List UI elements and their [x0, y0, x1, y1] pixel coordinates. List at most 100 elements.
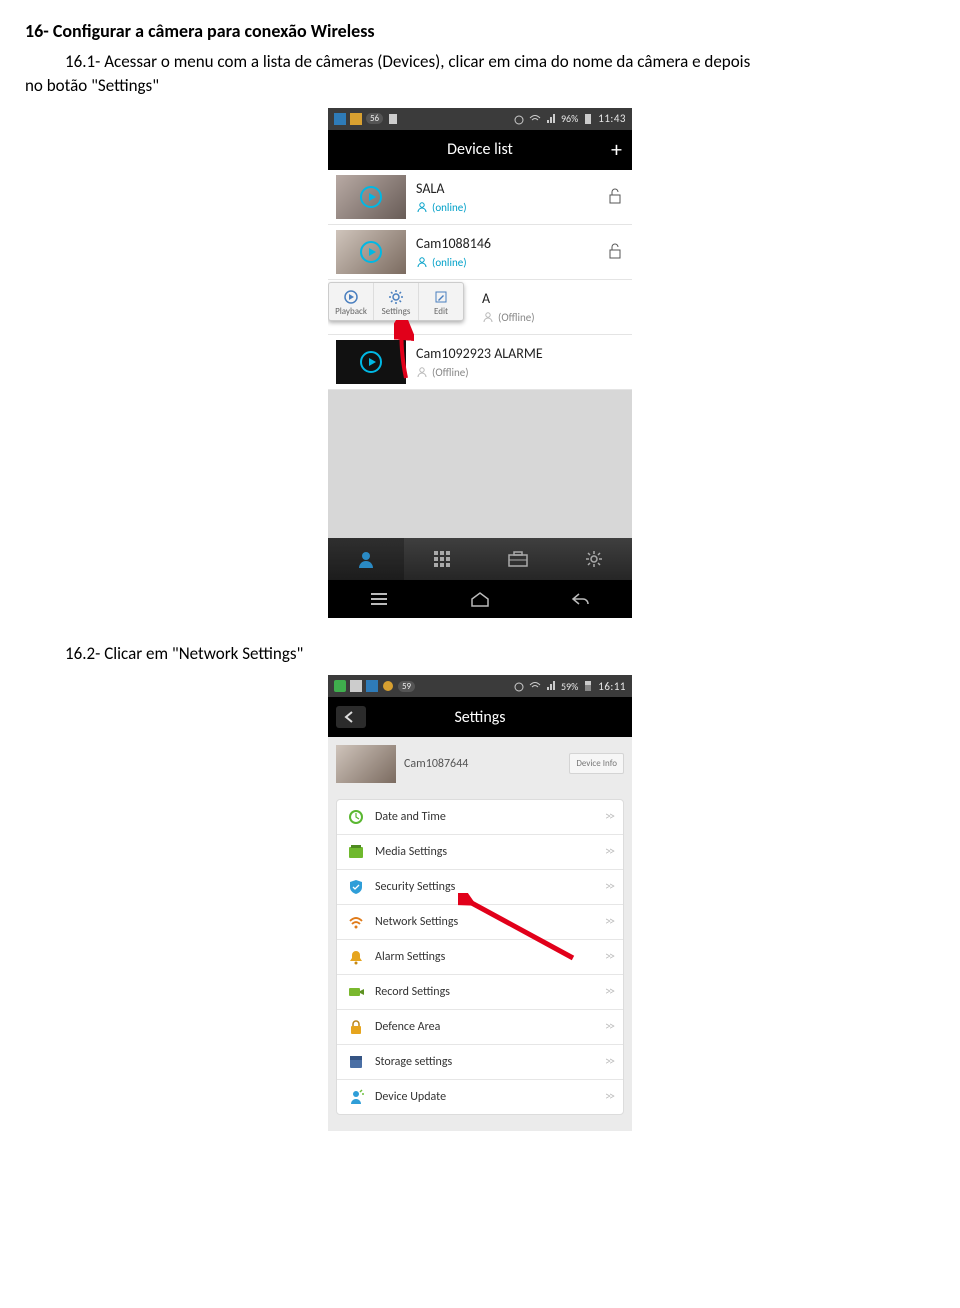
camera-name: Cam1087644 [404, 757, 468, 771]
device-status: (online) [416, 256, 624, 269]
media-icon [347, 843, 365, 861]
edit-button[interactable]: Edit [419, 283, 463, 320]
storage-icon [347, 1053, 365, 1071]
device-info-button[interactable]: Device Info [569, 753, 624, 774]
battery-percent: 96% [561, 112, 578, 125]
settings-item-update[interactable]: Device Update >> [337, 1080, 623, 1114]
clock-time: 16:11 [598, 680, 626, 693]
battery-icon [582, 113, 594, 125]
device-status: (online) [416, 201, 624, 214]
person-icon [416, 256, 428, 268]
record-icon [347, 983, 365, 1001]
chevron-icon: >> [605, 1055, 613, 1069]
person-icon [416, 366, 428, 378]
playback-icon [343, 289, 359, 305]
chevron-icon: >> [605, 1020, 613, 1034]
status-bar: 56 96% 11:43 [328, 108, 632, 130]
settings-item-network[interactable]: Network Settings >> [337, 905, 623, 940]
step-16-2-text: 16.2- Clicar em "Network Settings" [25, 642, 935, 666]
screenshot-device-list: 56 96% 11:43 Device list + SALA (online) [328, 108, 632, 618]
app-icon [334, 680, 346, 692]
back-softkey[interactable] [561, 589, 601, 609]
step-16-1-text: 16.1- Acessar o menu com a lista de câme… [25, 50, 935, 98]
menu-softkey[interactable] [359, 589, 399, 609]
device-name: A [482, 290, 624, 307]
chevron-icon: >> [605, 950, 613, 964]
device-item-cam1092923[interactable]: Cam1092923 ALARME (Offline) [328, 335, 632, 390]
settings-item-label: Defence Area [375, 1020, 440, 1034]
battery-percent: 59% [561, 680, 578, 693]
bell-icon [347, 948, 365, 966]
device-status: (Offline) [482, 311, 624, 324]
chevron-icon: >> [605, 845, 613, 859]
settings-item-alarm[interactable]: Alarm Settings >> [337, 940, 623, 975]
nav-settings[interactable] [556, 538, 632, 580]
section-16-heading: 16- Configurar a câmera para conexão Wir… [25, 20, 935, 42]
home-softkey[interactable] [460, 589, 500, 609]
gear-icon [388, 289, 404, 305]
back-button[interactable] [336, 706, 366, 728]
device-item-sala[interactable]: SALA (online) [328, 170, 632, 225]
settings-body: Cam1087644 Device Info Date and Time >> … [328, 737, 632, 1131]
device-status-text: (online) [432, 256, 467, 269]
lock-open-icon [608, 188, 622, 204]
home-icon [470, 591, 490, 607]
settings-item-label: Security Settings [375, 880, 455, 894]
menu-icon [369, 592, 389, 606]
nav-toolbox[interactable] [480, 538, 556, 580]
play-icon [360, 241, 382, 263]
status-bar: 59 59% 16:11 [328, 675, 632, 697]
camera-thumbnail [336, 745, 396, 783]
settings-item-record[interactable]: Record Settings >> [337, 975, 623, 1010]
update-icon [347, 1088, 365, 1106]
playback-button[interactable]: Playback [329, 283, 374, 320]
title-bar: Device list + [328, 130, 632, 170]
chevron-icon: >> [605, 985, 613, 999]
playback-label: Playback [335, 306, 367, 317]
settings-item-security[interactable]: Security Settings >> [337, 870, 623, 905]
settings-item-storage[interactable]: Storage settings >> [337, 1045, 623, 1080]
battery-icon [582, 680, 594, 692]
settings-list: Date and Time >> Media Settings >> Secur… [336, 799, 624, 1115]
edit-icon [433, 289, 449, 305]
settings-item-label: Storage settings [375, 1055, 452, 1069]
grid-icon [432, 549, 452, 569]
device-name: SALA [416, 180, 624, 197]
settings-item-label: Media Settings [375, 845, 447, 859]
android-nav-bar [328, 580, 632, 618]
context-menu: Playback Settings Edit [328, 282, 464, 321]
wifi-icon [529, 680, 541, 692]
chevron-icon: >> [605, 810, 613, 824]
bottom-nav [328, 538, 632, 580]
nav-grid[interactable] [404, 538, 480, 580]
nav-devices[interactable] [328, 538, 404, 580]
back-arrow-icon [344, 711, 358, 723]
settings-item-datetime[interactable]: Date and Time >> [337, 800, 623, 835]
lock-open-icon [608, 243, 622, 259]
clock-icon [347, 808, 365, 826]
clock-time: 11:43 [598, 112, 626, 125]
device-item-cam1088146[interactable]: Cam1088146 (online) [328, 225, 632, 280]
settings-button[interactable]: Settings [374, 283, 419, 320]
settings-item-label: Date and Time [375, 810, 446, 824]
settings-label: Settings [382, 306, 411, 317]
alarm-icon [513, 113, 525, 125]
device-status-text: (Offline) [498, 311, 535, 324]
lock-icon [347, 1018, 365, 1036]
person-icon [482, 311, 494, 323]
screenshot-settings: 59 59% 16:11 Settings Cam1087644 Device … [328, 675, 632, 1131]
gear-icon [584, 549, 604, 569]
edit-label: Edit [434, 306, 448, 317]
device-status: (Offline) [416, 366, 624, 379]
wifi-icon [347, 913, 365, 931]
device-status-text: (Offline) [432, 366, 469, 379]
app-icon-3 [366, 680, 378, 692]
device-status-text: (online) [432, 201, 467, 214]
shield-icon [347, 878, 365, 896]
device-list: SALA (online) Cam1088146 (online) [328, 170, 632, 538]
settings-item-defence[interactable]: Defence Area >> [337, 1010, 623, 1045]
add-device-button[interactable]: + [611, 136, 622, 163]
app-icon [334, 113, 346, 125]
settings-item-media[interactable]: Media Settings >> [337, 835, 623, 870]
settings-item-label: Network Settings [375, 915, 458, 929]
